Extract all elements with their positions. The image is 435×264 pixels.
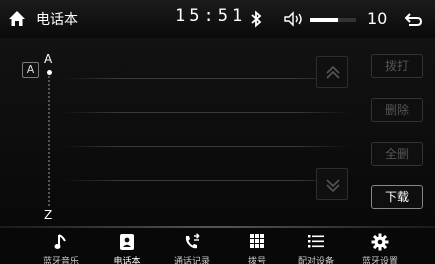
scroll-up-button[interactable]: [316, 56, 348, 88]
download-button[interactable]: 下载: [371, 185, 423, 209]
volume-fill: [310, 18, 338, 22]
list-divider: [62, 180, 352, 181]
bluetooth-icon: [251, 10, 262, 28]
volume-value: 10: [367, 9, 388, 28]
nav-item-bluetooth-settings[interactable]: 蓝牙设置: [350, 228, 410, 264]
nav-label: 配对设备: [297, 257, 334, 264]
clock: 15:51: [175, 6, 247, 26]
double-chevron-down-icon: [326, 179, 340, 193]
list-divider: [62, 146, 352, 147]
nav-item-paired-devices[interactable]: 配对设备: [286, 228, 346, 264]
alphabet-index-bar[interactable]: A Z: [36, 52, 62, 224]
call-log-icon: [185, 233, 200, 249]
index-start-letter: A: [44, 52, 53, 66]
scroll-down-button[interactable]: [316, 168, 348, 200]
index-position-marker: [47, 70, 52, 75]
page-title: 电话本: [36, 12, 78, 28]
nav-item-bluetooth-music[interactable]: 蓝牙音乐: [31, 228, 91, 264]
list-divider: [62, 112, 352, 113]
home-icon[interactable]: [6, 8, 28, 30]
delete-all-button[interactable]: 全删: [371, 142, 423, 166]
volume-icon: [284, 11, 302, 27]
list-divider: [62, 78, 352, 79]
index-track: [48, 76, 50, 206]
nav-item-phonebook[interactable]: 电话本: [97, 228, 157, 264]
bottom-nav: 蓝牙音乐 电话本 通话记录 拨号 配对设备 蓝牙设置: [0, 228, 435, 264]
back-icon[interactable]: [402, 10, 424, 28]
nav-label: 电话本: [113, 257, 141, 264]
nav-label: 通话记录: [173, 257, 210, 264]
nav-item-call-log[interactable]: 通话记录: [162, 228, 222, 264]
phonebook-icon: [120, 234, 134, 250]
contact-list[interactable]: [62, 44, 352, 220]
status-bar: 电话本 15:51 10: [0, 0, 435, 38]
nav-label: 蓝牙音乐: [42, 257, 79, 264]
dialpad-icon: [250, 234, 264, 248]
delete-button[interactable]: 删除: [371, 98, 423, 122]
music-note-icon: [54, 234, 66, 249]
volume-slider[interactable]: [310, 18, 356, 22]
nav-item-dialpad[interactable]: 拨号: [227, 228, 287, 264]
nav-label: 蓝牙设置: [361, 257, 398, 264]
index-end-letter: Z: [44, 208, 53, 222]
nav-label: 拨号: [247, 257, 266, 264]
list-icon: [308, 235, 324, 248]
settings-gear-icon: [371, 233, 389, 251]
phonebook-panel: A A Z 拨打 删除 全删 下载: [0, 38, 435, 226]
double-chevron-up-icon: [326, 65, 340, 79]
dial-button[interactable]: 拨打: [371, 54, 423, 78]
